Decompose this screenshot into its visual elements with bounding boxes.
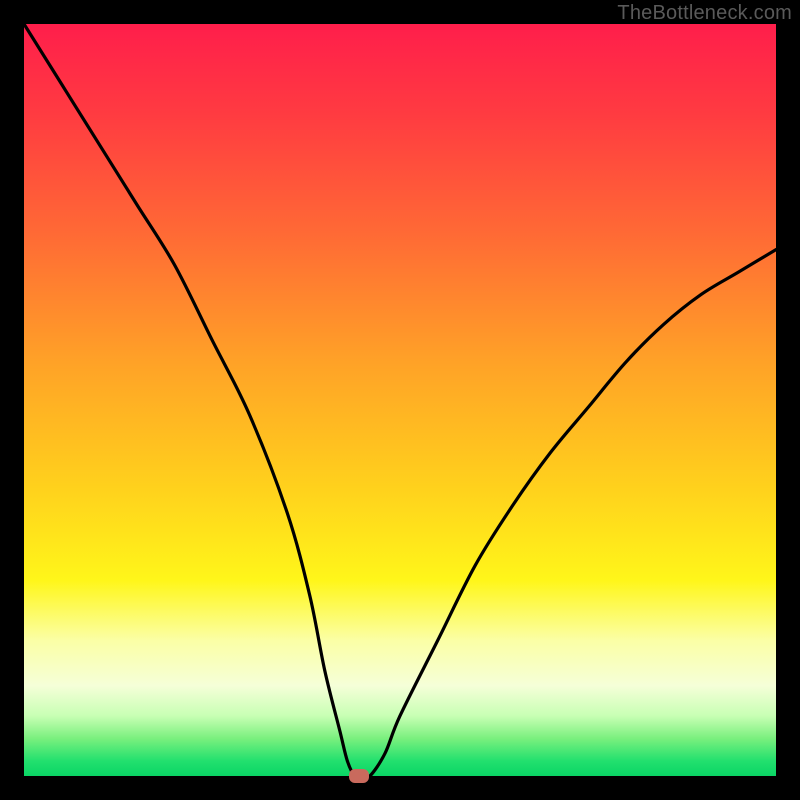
bottleneck-marker (349, 769, 369, 783)
plot-area (24, 24, 776, 776)
bottleneck-curve (24, 24, 776, 776)
chart-frame: TheBottleneck.com (0, 0, 800, 800)
watermark-text: TheBottleneck.com (617, 2, 792, 25)
